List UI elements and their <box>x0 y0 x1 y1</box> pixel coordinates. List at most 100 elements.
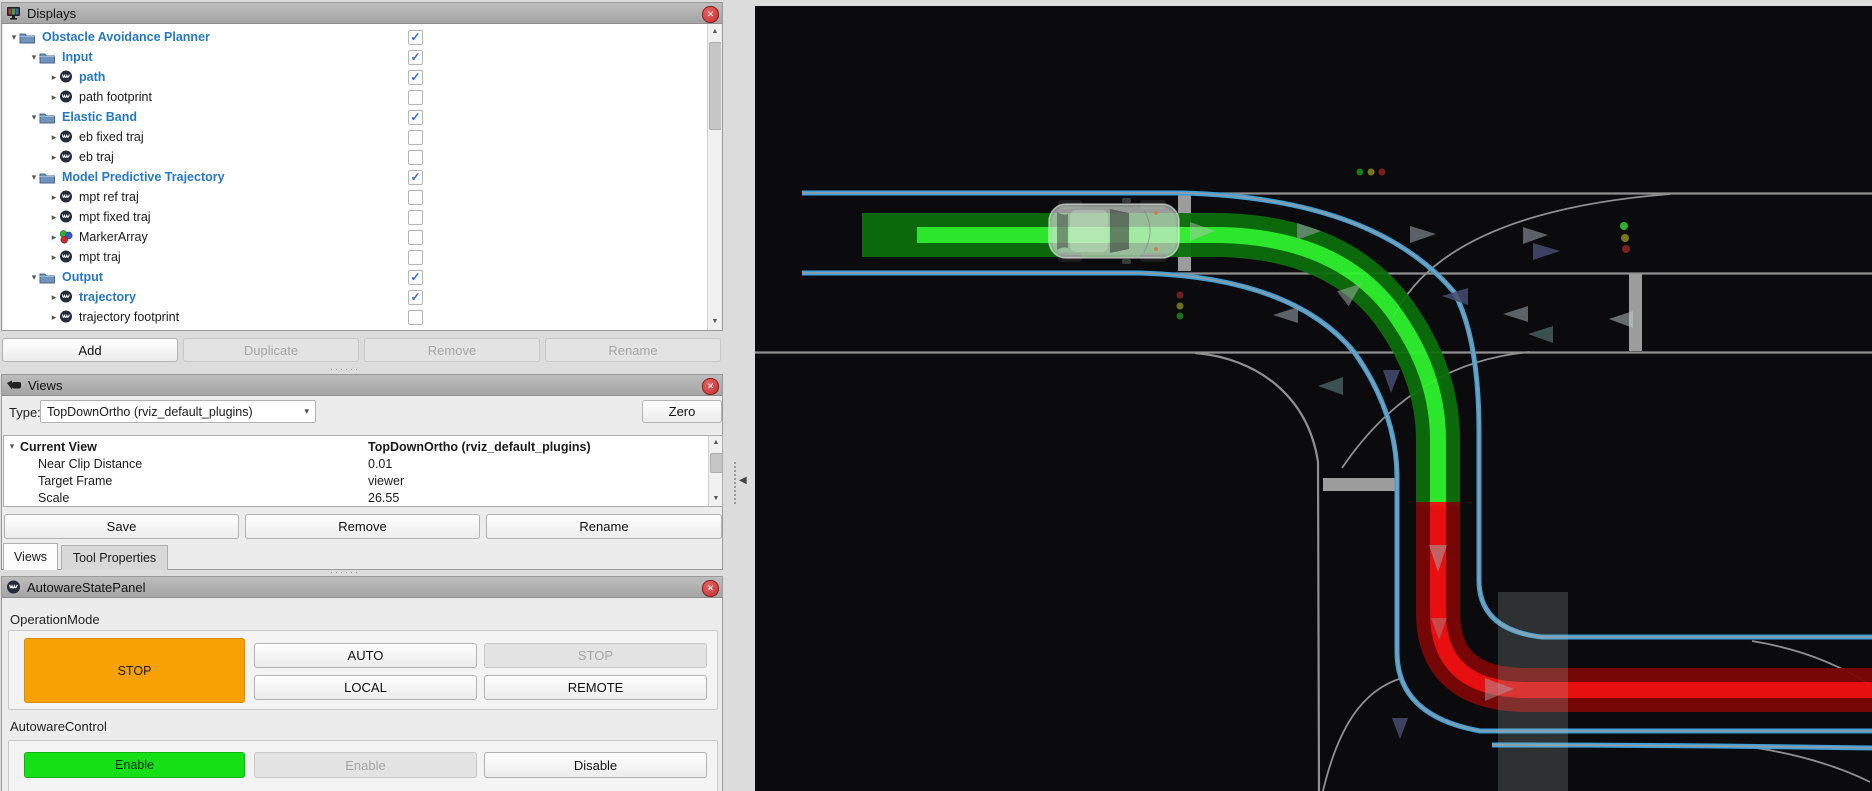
scroll-down-icon[interactable]: ▼ <box>708 315 721 329</box>
tree-row[interactable]: ▾Output <box>3 267 721 287</box>
expand-icon[interactable]: ▸ <box>49 92 59 103</box>
tree-row-label: mpt fixed traj <box>79 210 151 224</box>
disable-button[interactable]: Disable <box>484 752 707 778</box>
scrollbar-handle[interactable] <box>709 42 721 130</box>
expand-icon[interactable]: ▸ <box>49 212 59 223</box>
expand-icon[interactable]: ▾ <box>29 112 39 123</box>
visibility-checkbox[interactable] <box>408 250 423 265</box>
autoware-display-icon <box>59 150 73 164</box>
tree-row[interactable]: ▸ MarkerArray <box>3 227 721 247</box>
render-viewport[interactable] <box>752 0 1872 791</box>
scroll-up-icon[interactable]: ▲ <box>709 436 723 450</box>
auto-button[interactable]: AUTO <box>254 643 477 668</box>
displays-titlebar[interactable]: Displays ✕ <box>2 3 722 24</box>
tree-row[interactable]: ▸eb fixed traj <box>3 127 721 147</box>
views-close-icon[interactable]: ✕ <box>702 378 719 395</box>
visibility-checkbox[interactable]: ✓ <box>408 50 423 65</box>
scroll-up-icon[interactable]: ▲ <box>708 25 721 39</box>
visibility-checkbox[interactable]: ✓ <box>408 170 423 185</box>
expand-icon[interactable]: ▸ <box>49 192 59 203</box>
monitor-icon <box>6 6 21 20</box>
table-row[interactable]: Scale 26.55 <box>4 489 722 506</box>
folder-icon <box>39 111 56 124</box>
tree-row[interactable]: ▾ Input <box>3 47 721 67</box>
visibility-checkbox[interactable] <box>408 230 423 245</box>
tree-row[interactable]: ▸mpt ref traj <box>3 187 721 207</box>
zero-button[interactable]: Zero <box>642 400 722 423</box>
remote-button[interactable]: REMOTE <box>484 675 707 700</box>
visibility-checkbox[interactable] <box>408 130 423 145</box>
operation-mode-state-button[interactable]: STOP <box>24 638 245 703</box>
visibility-checkbox[interactable] <box>408 150 423 165</box>
side-splitter[interactable] <box>734 462 736 504</box>
tree-row[interactable]: ▾ Elastic Band <box>3 107 721 127</box>
visibility-checkbox[interactable]: ✓ <box>408 70 423 85</box>
folder-icon <box>19 31 36 44</box>
expand-icon[interactable]: ▾ <box>29 272 39 283</box>
expand-icon[interactable]: ▸ <box>49 232 59 243</box>
visibility-checkbox[interactable] <box>408 310 423 325</box>
visibility-checkbox[interactable]: ✓ <box>408 270 423 285</box>
tab-tool-properties[interactable]: Tool Properties <box>61 545 168 570</box>
tree-row[interactable]: ▾Obstacle Avoidance Planner <box>3 27 721 47</box>
visibility-checkbox[interactable] <box>408 90 423 105</box>
expand-icon[interactable]: ▾ <box>9 32 19 43</box>
tree-row-label: Input <box>62 50 93 64</box>
visibility-checkbox[interactable] <box>408 190 423 205</box>
table-row[interactable]: Near Clip Distance 0.01 <box>4 455 722 472</box>
visibility-checkbox[interactable]: ✓ <box>408 290 423 305</box>
tree-row[interactable]: ▸path footprint <box>3 87 721 107</box>
views-scrollbar[interactable]: ▲ ▼ <box>708 436 722 506</box>
expand-icon[interactable]: ▾ <box>29 52 39 63</box>
panel-splitter[interactable]: ······ <box>330 364 360 374</box>
rename-view-button[interactable]: Rename <box>486 514 722 539</box>
visibility-checkbox[interactable]: ✓ <box>408 30 423 45</box>
rename-display-button: Rename <box>545 338 721 362</box>
tree-row-label: Elastic Band <box>62 110 137 124</box>
view-type-value: TopDownOrtho (rviz_default_plugins) <box>47 405 253 419</box>
autoware-display-icon <box>59 130 73 144</box>
autoware-close-icon[interactable]: ✕ <box>702 580 719 597</box>
local-button[interactable]: LOCAL <box>254 675 477 700</box>
add-button[interactable]: Add <box>2 338 178 362</box>
expand-icon[interactable]: ▸ <box>49 152 59 163</box>
tree-row[interactable]: ▸ trajectory footprint <box>3 307 721 327</box>
tree-row[interactable]: ▸path <box>3 67 721 87</box>
visibility-checkbox[interactable]: ✓ <box>408 110 423 125</box>
autoware-control-label: AutowareControl <box>10 719 107 734</box>
autoware-display-icon <box>59 190 73 204</box>
views-titlebar[interactable]: Views ✕ <box>2 375 722 396</box>
tree-row[interactable]: ▸ eb traj <box>3 147 721 167</box>
expand-icon[interactable]: ▸ <box>49 292 59 303</box>
visibility-checkbox[interactable] <box>408 210 423 225</box>
tab-views[interactable]: Views <box>3 543 58 570</box>
scroll-down-icon[interactable]: ▼ <box>709 492 723 506</box>
expand-icon[interactable]: ▸ <box>49 72 59 83</box>
remove-view-button[interactable]: Remove <box>245 514 480 539</box>
displays-close-icon[interactable]: ✕ <box>702 6 719 23</box>
tree-row-label: MarkerArray <box>79 230 148 244</box>
expand-icon[interactable]: ▾ <box>29 172 39 183</box>
save-view-button[interactable]: Save <box>4 514 239 539</box>
control-state-button[interactable]: Enable <box>24 752 245 778</box>
crosswalk-area <box>1498 592 1568 791</box>
expand-icon[interactable]: ▾ <box>4 441 20 452</box>
displays-scrollbar[interactable]: ▲ ▼ <box>707 24 721 330</box>
scrollbar-handle[interactable] <box>710 453 723 473</box>
tree-row[interactable]: ▸ mpt fixed traj <box>3 207 721 227</box>
tree-row[interactable]: ▸mpt traj <box>3 247 721 267</box>
collapse-panel-icon[interactable]: ◀ <box>739 475 747 486</box>
view-type-combo[interactable]: TopDownOrtho (rviz_default_plugins) ▾ <box>40 400 316 423</box>
expand-icon[interactable]: ▸ <box>49 312 59 323</box>
table-row[interactable]: Target Frame viewer <box>4 472 722 489</box>
tree-row-label: eb traj <box>79 150 114 164</box>
expand-icon[interactable]: ▸ <box>49 132 59 143</box>
tree-row[interactable]: ▾Model Predictive Trajectory <box>3 167 721 187</box>
table-row[interactable]: ▾ Current View TopDownOrtho (rviz_defaul… <box>4 438 722 455</box>
autoware-titlebar[interactable]: AutowareStatePanel ✕ <box>2 577 722 598</box>
tree-row[interactable]: ▸trajectory <box>3 287 721 307</box>
tree-row-label: trajectory footprint <box>79 310 179 324</box>
autoware-panel-title: AutowareStatePanel <box>27 580 146 595</box>
autoware-icon <box>6 580 21 595</box>
expand-icon[interactable]: ▸ <box>49 252 59 263</box>
